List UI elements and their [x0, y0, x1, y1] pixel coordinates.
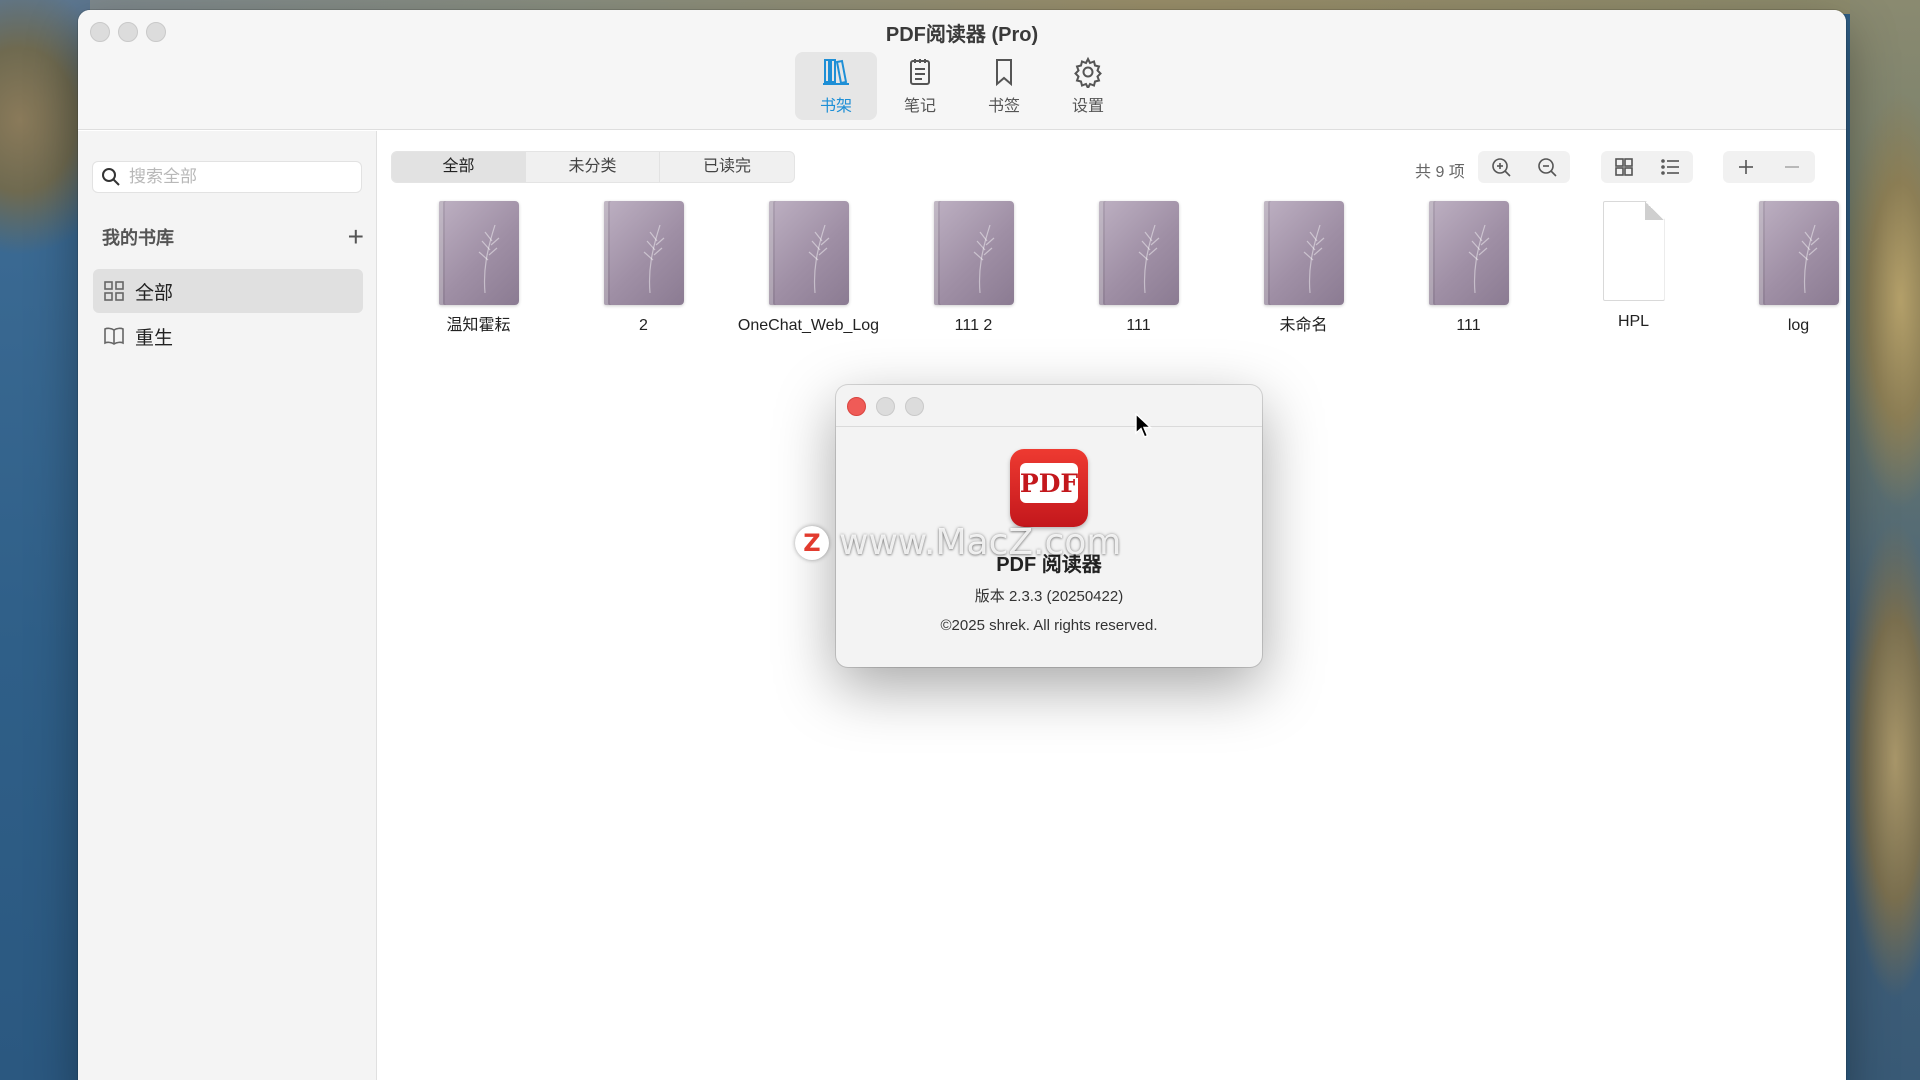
- desktop-wallpaper-right: [1850, 0, 1920, 1080]
- search-icon: [102, 168, 120, 186]
- sidebar-item-label: 全部: [135, 282, 174, 304]
- wheat-icon: [1138, 224, 1159, 294]
- grid-view-button[interactable]: [1601, 151, 1647, 183]
- titlebar: PDF阅读器 (Pro) 书架 笔记 书签 设置: [78, 10, 1846, 130]
- book-item[interactable]: 温知霍耘: [396, 201, 561, 336]
- tab-settings[interactable]: 设置: [1047, 52, 1129, 120]
- tab-bookshelf[interactable]: 书架: [795, 52, 877, 120]
- filter-segmented-control: 全部 未分类 已读完: [391, 151, 795, 183]
- filter-all[interactable]: 全部: [392, 152, 526, 182]
- document-item[interactable]: HPL: [1551, 201, 1716, 336]
- window-title: PDF阅读器 (Pro): [885, 24, 1039, 46]
- book-name: 2: [639, 317, 648, 334]
- remove-book-button[interactable]: [1769, 151, 1815, 183]
- book-cover: [1758, 201, 1839, 305]
- book-cover: [1428, 201, 1509, 305]
- book-name: HPL: [1617, 313, 1650, 330]
- list-view-button[interactable]: [1647, 151, 1693, 183]
- book-item[interactable]: 111: [1056, 201, 1221, 336]
- book-item[interactable]: 111 2: [891, 201, 1056, 336]
- sidebar-item-rebirth[interactable]: 重生: [93, 314, 363, 358]
- book-cover: [603, 201, 684, 305]
- watermark-text: www.MacZ.com: [839, 522, 1122, 563]
- app-icon-label: PDF: [1020, 463, 1078, 503]
- bookshelf-icon: [823, 59, 849, 85]
- bookmark-icon: [996, 59, 1012, 87]
- about-titlebar: [836, 385, 1262, 427]
- sidebar-item-all[interactable]: 全部: [93, 269, 363, 313]
- about-window-controls: [847, 397, 924, 416]
- sidebar: 我的书库 + 全部 重生: [78, 131, 377, 1080]
- grid-icon: [104, 281, 124, 301]
- mouse-cursor-icon: [1135, 413, 1153, 438]
- about-minimize-button[interactable]: [876, 397, 895, 416]
- book-item[interactable]: 2: [561, 201, 726, 336]
- filter-uncategorized[interactable]: 未分类: [526, 152, 660, 182]
- wheat-icon: [1303, 224, 1324, 294]
- book-item[interactable]: 111: [1386, 201, 1551, 336]
- add-library-button[interactable]: +: [348, 223, 364, 251]
- zoom-out-icon: [1538, 158, 1557, 177]
- add-book-button[interactable]: [1723, 151, 1769, 183]
- tab-bookshelf-label: 书架: [819, 98, 852, 115]
- wheat-icon: [1798, 224, 1819, 294]
- about-copyright: ©2025 shrek. All rights reserved.: [940, 617, 1158, 634]
- watermark-logo: Z: [795, 525, 829, 560]
- wheat-icon: [973, 224, 994, 294]
- book-name: 未命名: [1279, 317, 1328, 334]
- zoom-in-button[interactable]: [1478, 151, 1524, 183]
- tab-bookmarks[interactable]: 书签: [963, 52, 1045, 120]
- search-box[interactable]: [92, 161, 362, 193]
- zoom-out-button[interactable]: [1524, 151, 1570, 183]
- wheat-icon: [643, 224, 664, 294]
- book-name: log: [1787, 317, 1810, 334]
- tab-settings-label: 设置: [1071, 98, 1104, 115]
- gear-icon: [1074, 56, 1102, 88]
- sidebar-item-label: 重生: [135, 327, 174, 349]
- grid-view-icon: [1615, 158, 1633, 176]
- item-count: 共 9 项: [1415, 164, 1465, 181]
- document-icon: [1602, 201, 1665, 301]
- zoom-controls: [1478, 151, 1570, 183]
- book-open-icon: [104, 327, 124, 345]
- book-item[interactable]: OneChat_Web_Log: [726, 201, 891, 336]
- book-name: 111 2: [954, 317, 993, 334]
- desktop-wallpaper-left: [0, 0, 90, 1080]
- book-item[interactable]: 未命名: [1221, 201, 1386, 336]
- wheat-icon: [1468, 224, 1489, 294]
- tab-notes-label: 笔记: [903, 98, 936, 115]
- about-version: 版本 2.3.3 (20250422): [974, 588, 1124, 605]
- filter-finished[interactable]: 已读完: [660, 152, 794, 182]
- book-name: 111: [1126, 317, 1151, 334]
- toolbar: 书架 笔记 书签 设置: [78, 52, 1846, 120]
- book-cover: [1263, 201, 1344, 305]
- library-title: 我的书库: [102, 228, 174, 248]
- book-cover: [438, 201, 519, 305]
- zoom-in-icon: [1492, 158, 1511, 177]
- library-header: 我的书库 +: [102, 223, 364, 251]
- about-zoom-button[interactable]: [905, 397, 924, 416]
- book-name: 111: [1456, 317, 1481, 334]
- wheat-icon: [478, 224, 499, 294]
- view-mode-controls: [1601, 151, 1693, 183]
- wheat-icon: [808, 224, 829, 294]
- book-item[interactable]: log: [1716, 201, 1846, 336]
- tab-bookmarks-label: 书签: [987, 98, 1020, 115]
- book-name: 温知霍耘: [446, 317, 511, 334]
- plus-icon: [1739, 160, 1753, 174]
- book-cover: [1098, 201, 1179, 305]
- search-input[interactable]: [129, 167, 349, 187]
- watermark: Z www.MacZ.com: [795, 522, 1121, 563]
- book-name: OneChat_Web_Log: [737, 317, 880, 334]
- tab-notes[interactable]: 笔记: [879, 52, 961, 120]
- book-cover: [933, 201, 1014, 305]
- book-grid: 温知霍耘 2 OneChat_Web_Log 111 2 111 未命名 111…: [396, 201, 1846, 336]
- app-icon: PDF: [1010, 449, 1088, 527]
- about-close-button[interactable]: [847, 397, 866, 416]
- list-view-icon: [1661, 159, 1679, 175]
- notes-icon: [910, 59, 930, 85]
- add-remove-controls: [1723, 151, 1815, 183]
- minus-icon: [1785, 166, 1799, 168]
- book-cover: [768, 201, 849, 305]
